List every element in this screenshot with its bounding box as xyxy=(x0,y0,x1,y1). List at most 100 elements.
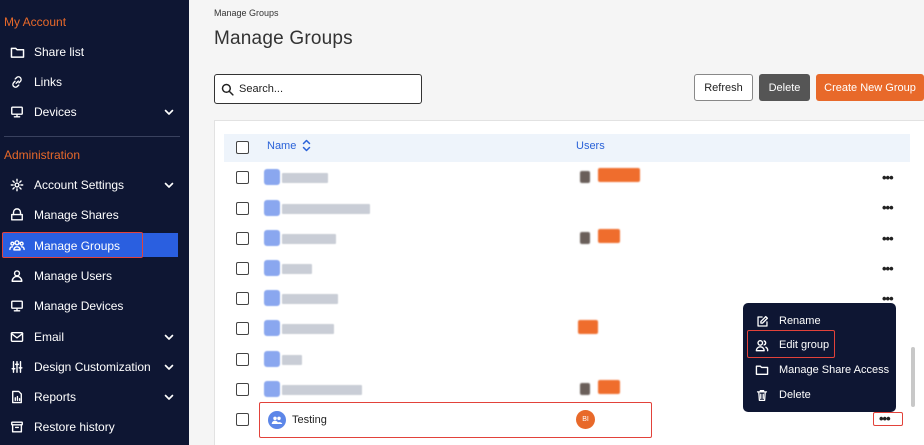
menu-item-rename[interactable]: Rename xyxy=(743,310,896,332)
chevron-down-icon xyxy=(163,106,175,118)
menu-item-delete[interactable]: Delete xyxy=(743,384,896,406)
group-icon xyxy=(9,237,25,253)
sidebar-item-design-customization[interactable]: Design Customization xyxy=(0,353,189,381)
sidebar-item-restore-history[interactable]: Restore history xyxy=(0,413,189,441)
sidebar-section-my-account: My Account xyxy=(4,15,67,29)
search-icon xyxy=(221,83,234,101)
sidebar-item-manage-shares[interactable]: Manage Shares xyxy=(0,201,189,229)
chevron-down-icon xyxy=(163,331,175,343)
user-icon xyxy=(9,268,25,284)
edit-icon xyxy=(755,314,769,328)
scrollbar[interactable] xyxy=(911,347,915,407)
create-new-group-button[interactable]: Create New Group xyxy=(816,74,924,101)
users-icon xyxy=(755,338,769,352)
blurred-group-name xyxy=(282,204,370,214)
table-header xyxy=(224,134,910,162)
refresh-button[interactable]: Refresh xyxy=(694,74,753,101)
more-options-icon[interactable]: ••• xyxy=(882,261,894,276)
sidebar-item-reports[interactable]: Reports xyxy=(0,383,189,411)
sidebar-item-label: Account Settings xyxy=(34,178,125,192)
menu-item-edit-group[interactable]: Edit group xyxy=(743,334,896,356)
group-icon xyxy=(264,351,280,367)
blurred-group-name xyxy=(282,385,362,395)
column-header-name[interactable]: Name xyxy=(267,140,296,152)
blurred-group-name xyxy=(282,355,302,365)
sidebar-item-label: Email xyxy=(34,330,65,344)
restore-icon xyxy=(9,419,25,435)
more-options-icon[interactable]: ••• xyxy=(879,411,891,426)
blurred-avatar xyxy=(598,380,620,394)
blurred-group-name xyxy=(282,324,334,334)
chevron-down-icon xyxy=(163,179,175,191)
row-checkbox[interactable] xyxy=(236,232,249,245)
report-icon xyxy=(9,389,25,405)
link-icon xyxy=(9,74,25,90)
sidebar-item-devices[interactable]: Devices xyxy=(0,98,189,126)
user-avatar-badge: BI xyxy=(576,410,595,429)
devices-icon xyxy=(9,298,25,314)
folder-icon xyxy=(9,44,25,60)
menu-item-label: Manage Share Access xyxy=(779,364,890,376)
blurred-group-name xyxy=(282,294,338,304)
sliders-icon xyxy=(9,359,25,375)
group-icon xyxy=(264,200,280,216)
column-header-users: Users xyxy=(576,140,605,152)
sidebar-item-manage-users[interactable]: Manage Users xyxy=(0,262,189,290)
menu-item-label: Edit group xyxy=(779,339,830,351)
group-icon xyxy=(264,290,280,306)
more-options-icon[interactable]: ••• xyxy=(882,170,894,185)
search-input[interactable] xyxy=(239,80,417,98)
blurred-avatar xyxy=(580,232,590,244)
sidebar-item-links[interactable]: Links xyxy=(0,68,189,96)
sidebar-item-label: Design Customization xyxy=(34,360,151,374)
sidebar-item-manage-groups[interactable]: Manage Groups xyxy=(0,232,189,261)
row-checkbox[interactable] xyxy=(236,383,249,396)
sidebar-item-label: Manage Shares xyxy=(34,208,119,222)
group-icon xyxy=(264,381,280,397)
chevron-down-icon xyxy=(163,391,175,403)
sidebar-item-label: Manage Devices xyxy=(34,299,124,313)
sidebar-item-account-settings[interactable]: Account Settings xyxy=(0,171,189,199)
more-options-icon[interactable]: ••• xyxy=(882,231,894,246)
search-box[interactable] xyxy=(214,74,422,104)
sidebar-item-share-list[interactable]: Share list xyxy=(0,38,189,66)
sidebar-item-label: Manage Groups xyxy=(34,239,121,253)
sidebar-divider xyxy=(4,136,180,137)
shares-icon xyxy=(9,207,25,223)
group-name[interactable]: Testing xyxy=(292,414,327,426)
row-context-menu: Rename Edit group Manage Share Access De… xyxy=(743,303,896,412)
trash-icon xyxy=(755,388,769,402)
row-checkbox[interactable] xyxy=(236,353,249,366)
delete-button[interactable]: Delete xyxy=(759,74,810,101)
row-checkbox[interactable] xyxy=(236,171,249,184)
row-checkbox[interactable] xyxy=(236,262,249,275)
row-checkbox[interactable] xyxy=(236,322,249,335)
menu-item-label: Rename xyxy=(779,315,821,327)
menu-item-manage-share-access[interactable]: Manage Share Access xyxy=(743,359,896,381)
sidebar-item-email[interactable]: Email xyxy=(0,323,189,351)
breadcrumb[interactable]: Manage Groups xyxy=(214,8,279,18)
gear-icon xyxy=(9,177,25,193)
group-avatar-icon xyxy=(268,411,286,429)
row-checkbox[interactable] xyxy=(236,202,249,215)
blurred-group-name xyxy=(282,173,328,183)
sidebar-item-label: Restore history xyxy=(34,420,115,434)
chevron-down-icon xyxy=(163,361,175,373)
group-icon xyxy=(264,320,280,336)
page-title: Manage Groups xyxy=(214,28,353,49)
sidebar-item-manage-devices[interactable]: Manage Devices xyxy=(0,292,189,320)
sort-icon[interactable] xyxy=(302,139,311,157)
blurred-avatar xyxy=(580,171,590,183)
select-all-checkbox[interactable] xyxy=(236,141,249,154)
folder-icon xyxy=(755,363,769,377)
sidebar-item-label: Manage Users xyxy=(34,269,113,283)
row-checkbox[interactable] xyxy=(236,413,249,426)
blurred-avatar xyxy=(598,229,620,243)
row-checkbox[interactable] xyxy=(236,292,249,305)
menu-item-label: Delete xyxy=(779,389,811,401)
sidebar-item-label: Devices xyxy=(34,105,77,119)
more-options-icon[interactable]: ••• xyxy=(882,200,894,215)
blurred-avatar xyxy=(580,383,590,395)
sidebar-item-label: Reports xyxy=(34,390,77,404)
sidebar-item-label: Share list xyxy=(34,45,85,59)
